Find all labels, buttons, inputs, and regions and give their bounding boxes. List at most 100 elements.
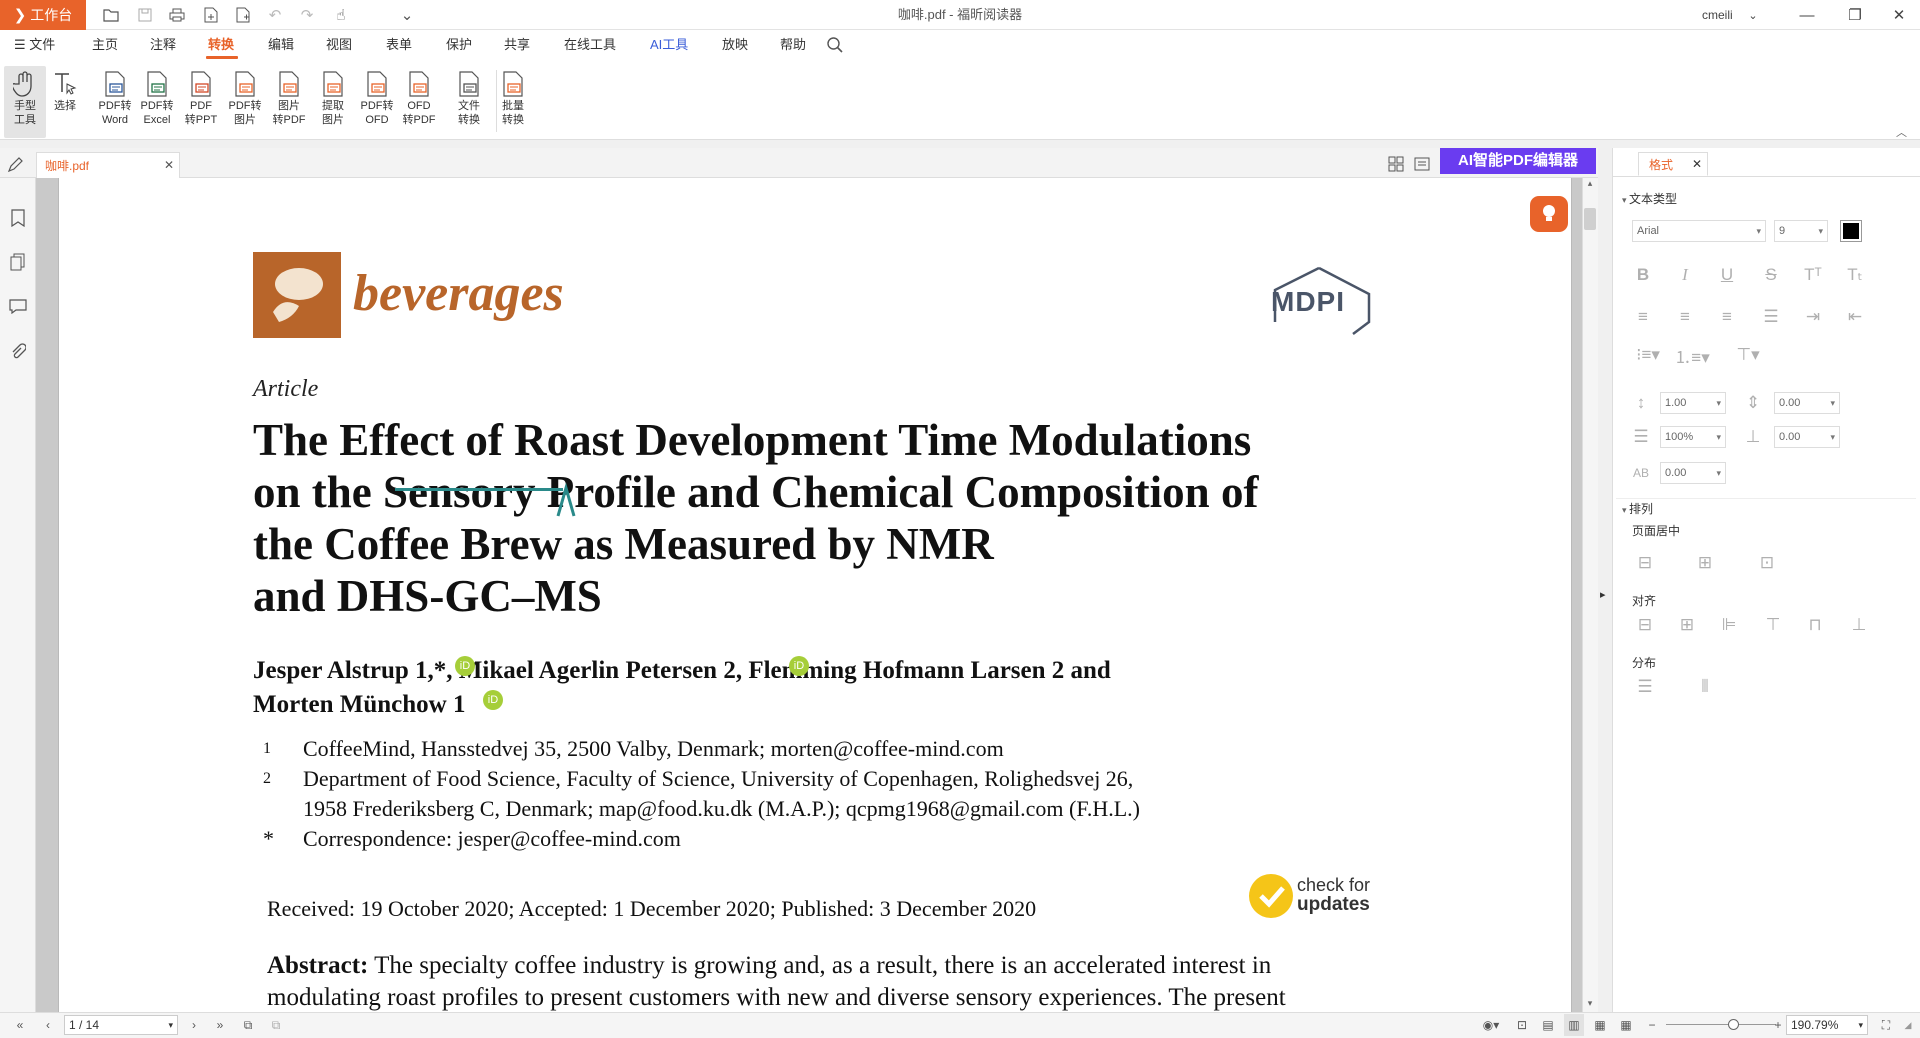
text-direction-icon[interactable]: ⊤▾	[1732, 344, 1764, 366]
tool-hand[interactable]: 手型 工具	[4, 66, 46, 138]
font-size-select[interactable]: 9	[1774, 220, 1828, 242]
menu-protect[interactable]: 保护	[446, 30, 472, 60]
font-color-picker[interactable]	[1840, 220, 1862, 242]
tool-file-convert[interactable]: 文件 转换	[448, 66, 490, 138]
align-objects-middle-icon[interactable]: ⊓	[1802, 614, 1828, 636]
view-options-icon[interactable]: ◉▾	[1478, 1014, 1504, 1036]
attachment-icon[interactable]	[6, 340, 30, 364]
strikethrough-annotation[interactable]	[395, 488, 563, 491]
numbered-list-icon[interactable]: ⒈≡▾	[1674, 344, 1709, 367]
menu-online-tools[interactable]: 在线工具	[564, 30, 616, 60]
continuous-facing-icon[interactable]: ▦	[1616, 1014, 1636, 1036]
paragraph-spacing-select[interactable]: 0.00	[1774, 392, 1840, 414]
close-button[interactable]: ✕	[1876, 0, 1920, 30]
align-objects-bottom-icon[interactable]: ⊥	[1846, 614, 1872, 636]
new-pdf-icon[interactable]	[200, 4, 222, 26]
pdf-page[interactable]: beverages MDPI Article The Effect of Roa…	[58, 178, 1572, 1012]
tool-image-to-pdf[interactable]: 图片 转PDF	[268, 66, 310, 138]
hand-quick-icon[interactable]: ☝	[330, 4, 352, 26]
thumbnail-view-icon[interactable]	[1388, 156, 1406, 174]
menu-share[interactable]: 共享	[504, 30, 530, 60]
indent-select[interactable]: 0.00	[1774, 426, 1840, 448]
strikethrough-icon[interactable]: S	[1758, 264, 1784, 286]
superscript-icon[interactable]: Tᵀ	[1800, 264, 1826, 286]
document-tab[interactable]: 咖啡.pdf	[36, 152, 180, 178]
orcid-icon[interactable]: iD	[455, 656, 475, 676]
previous-view-icon[interactable]: ⧉	[238, 1014, 258, 1036]
first-page-icon[interactable]: «	[10, 1014, 30, 1036]
italic-icon[interactable]: I	[1672, 264, 1698, 286]
distribute-vertical-icon[interactable]: ☰	[1632, 676, 1658, 698]
distribute-horizontal-icon[interactable]: ⦀	[1692, 676, 1718, 698]
page-number-input[interactable]: 1 / 14 ▾	[64, 1015, 178, 1035]
center-horizontal-icon[interactable]: ⊟	[1632, 552, 1658, 574]
single-page-icon[interactable]: ▤	[1538, 1014, 1558, 1036]
orcid-icon[interactable]: iD	[789, 656, 809, 676]
print-icon[interactable]	[166, 4, 188, 26]
ai-pdf-editor-button[interactable]: AI智能PDF编辑器	[1440, 148, 1596, 174]
scroll-down-arrow-icon[interactable]: ▾	[1584, 998, 1596, 1010]
fit-page-icon[interactable]: ⊡	[1512, 1014, 1532, 1036]
align-objects-top-icon[interactable]: ⊤	[1760, 614, 1786, 636]
save-icon[interactable]	[134, 4, 156, 26]
tool-pdf-to-ppt[interactable]: PDF 转PPT	[180, 66, 222, 138]
customize-dropdown-icon[interactable]: ⌄	[396, 4, 418, 26]
orcid-icon[interactable]: iD	[483, 690, 503, 710]
horizontal-scale-icon[interactable]: ☰	[1628, 426, 1654, 448]
workbench-button[interactable]: ❯ 工作台	[0, 0, 86, 30]
bold-icon[interactable]: B	[1630, 264, 1656, 286]
underline-icon[interactable]: U	[1714, 264, 1740, 286]
character-spacing-select[interactable]: 0.00	[1660, 462, 1726, 484]
tool-pdf-to-image[interactable]: PDF转 图片	[224, 66, 266, 138]
menu-presentation[interactable]: 放映	[722, 30, 748, 60]
menu-help[interactable]: 帮助	[780, 30, 806, 60]
zoom-slider-track[interactable]	[1666, 1024, 1776, 1025]
menu-form[interactable]: 表单	[386, 30, 412, 60]
tool-batch-convert[interactable]: 批量 转换	[492, 66, 534, 138]
tool-pdf-to-word[interactable]: PDF转 Word	[94, 66, 136, 138]
close-format-panel-icon[interactable]: ✕	[1692, 152, 1706, 176]
next-view-icon[interactable]: ⧉	[266, 1014, 286, 1036]
subscript-icon[interactable]: Tₜ	[1842, 264, 1868, 286]
menu-comment[interactable]: 注释	[150, 30, 176, 60]
open-file-icon[interactable]	[100, 4, 122, 26]
tool-ofd-to-pdf[interactable]: OFD 转PDF	[398, 66, 440, 138]
collapse-right-panel-icon[interactable]: ▸	[1600, 588, 1606, 601]
align-right-icon[interactable]: ≡	[1714, 306, 1740, 328]
first-line-indent-icon[interactable]: ⊥	[1740, 426, 1766, 448]
vertical-scrollbar[interactable]	[1582, 178, 1598, 1012]
align-center-icon[interactable]: ≡	[1672, 306, 1698, 328]
next-page-icon[interactable]: ›	[184, 1014, 204, 1036]
zoom-in-icon[interactable]: +	[1770, 1014, 1786, 1036]
user-dropdown-icon[interactable]: ⌄	[1742, 0, 1764, 30]
last-page-icon[interactable]: »	[210, 1014, 230, 1036]
redo-icon[interactable]: ↷	[296, 4, 318, 26]
close-tab-icon[interactable]: ✕	[164, 152, 178, 178]
zoom-out-icon[interactable]: −	[1642, 1014, 1662, 1036]
check-for-updates[interactable]: check for updates	[1297, 876, 1370, 915]
user-name[interactable]: cmeili	[1702, 0, 1733, 30]
align-objects-center-icon[interactable]: ⊞	[1674, 614, 1700, 636]
indent-increase-icon[interactable]: ⇥	[1800, 306, 1826, 328]
zoom-slider-thumb[interactable]	[1728, 1019, 1739, 1030]
character-spacing-icon[interactable]: AB	[1628, 462, 1654, 484]
continuous-page-icon[interactable]: ▥	[1564, 1014, 1584, 1036]
insert-caret-annotation[interactable]	[555, 482, 577, 518]
annotation-pen-icon[interactable]	[6, 156, 26, 176]
line-spacing-select[interactable]: 1.00	[1660, 392, 1726, 414]
bookmark-icon[interactable]	[6, 206, 30, 230]
reading-mode-icon[interactable]	[1414, 156, 1432, 174]
align-objects-left-icon[interactable]: ⊟	[1632, 614, 1658, 636]
justify-icon[interactable]: ☰	[1758, 306, 1784, 328]
create-icon[interactable]	[232, 4, 254, 26]
menu-ai-tools[interactable]: AI工具	[650, 30, 688, 60]
indent-decrease-icon[interactable]: ⇤	[1842, 306, 1868, 328]
align-left-icon[interactable]: ≡	[1630, 306, 1656, 328]
bullet-list-icon[interactable]: ⁝≡▾	[1632, 344, 1664, 366]
zoom-level-input[interactable]: 190.79% ▾	[1786, 1015, 1868, 1035]
menu-home[interactable]: 主页	[92, 30, 118, 60]
scrollbar-thumb[interactable]	[1584, 208, 1596, 230]
check-updates-icon[interactable]	[1249, 874, 1293, 918]
center-vertical-icon[interactable]: ⊞	[1692, 552, 1718, 574]
font-family-select[interactable]: Arial	[1632, 220, 1766, 242]
